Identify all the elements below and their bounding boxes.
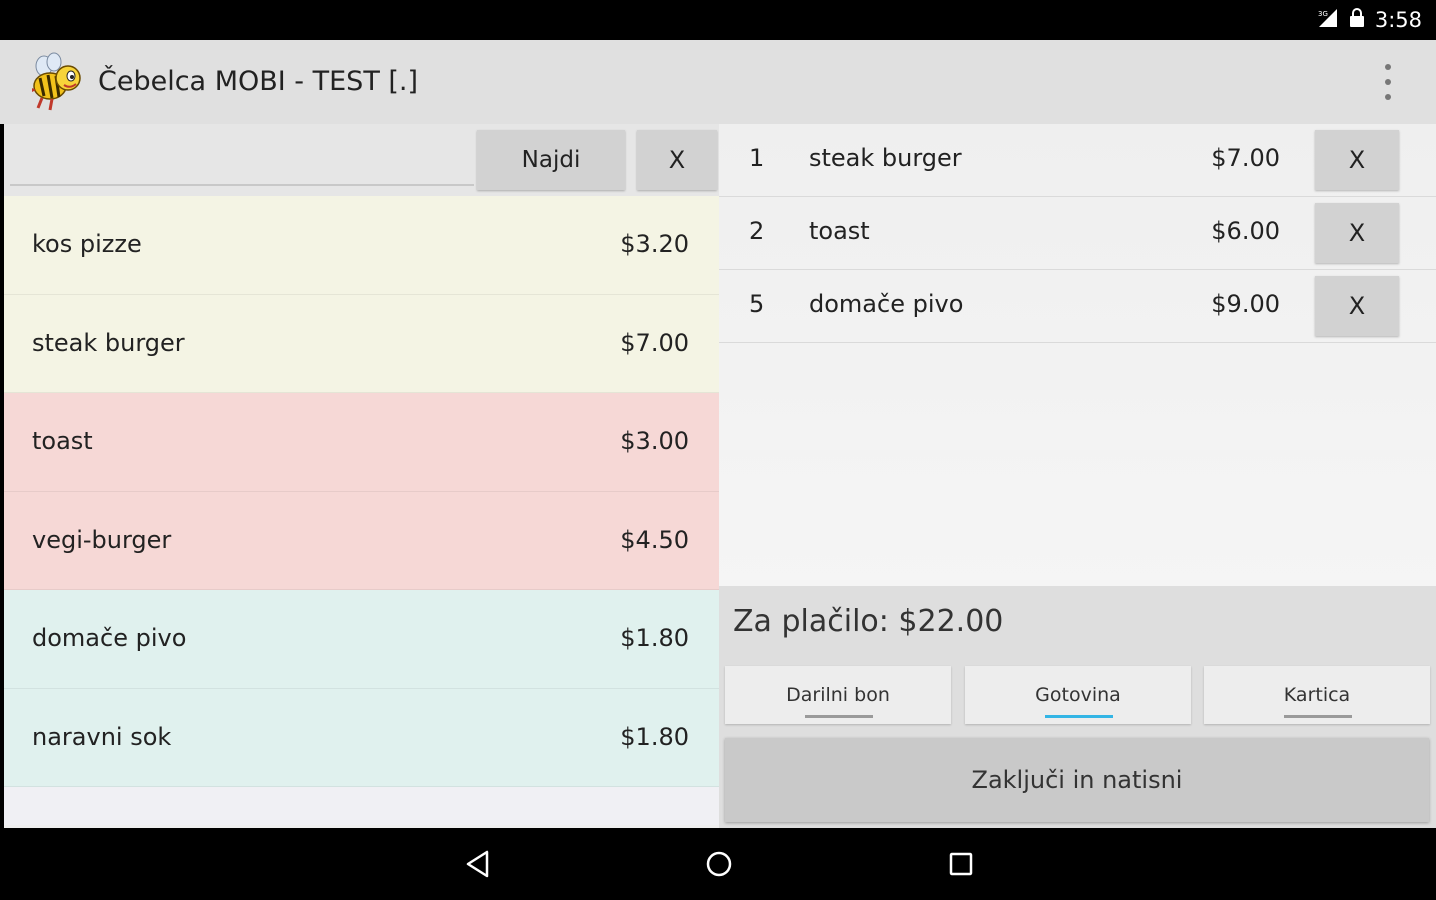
product-name: vegi-burger — [32, 525, 172, 554]
home-icon[interactable] — [699, 844, 739, 884]
product-item[interactable]: domače pivo $1.80 — [4, 590, 719, 689]
product-price: $1.80 — [620, 722, 689, 751]
order-item-name: toast — [809, 217, 870, 245]
finish-and-print-button[interactable]: Zaključi in natisni — [725, 738, 1429, 822]
payment-tab-gift-voucher[interactable]: Darilni bon — [725, 666, 951, 724]
search-bar: Najdi X — [4, 124, 719, 196]
search-input[interactable] — [10, 134, 474, 186]
tab-indicator — [1284, 715, 1352, 718]
payment-panel: Za plačilo: $22.00 Darilni bon Gotovina … — [719, 586, 1436, 828]
lock-icon — [1349, 7, 1365, 33]
product-price: $3.00 — [620, 427, 689, 455]
remove-item-button[interactable]: X — [1315, 130, 1399, 190]
navigation-bar — [0, 828, 1436, 900]
clear-search-button[interactable]: X — [637, 130, 717, 190]
order-item-price: $6.00 — [1211, 217, 1280, 245]
recents-icon[interactable] — [941, 844, 981, 884]
product-item[interactable]: toast $3.00 — [4, 393, 719, 492]
signal-icon: 3G — [1317, 8, 1339, 33]
product-list: kos pizze $3.20 steak burger $7.00 toast… — [4, 196, 719, 825]
remove-item-button[interactable]: X — [1315, 276, 1399, 336]
product-price: $1.80 — [620, 624, 689, 652]
product-item[interactable]: vegi-burger $4.50 — [4, 491, 719, 590]
bee-logo-icon — [28, 52, 86, 112]
product-item[interactable]: naravni sok $1.80 — [4, 688, 719, 787]
product-panel: Najdi X kos pizze $3.20 steak burger $7.… — [4, 124, 719, 828]
product-name: naravni sok — [32, 722, 172, 751]
product-price: $3.20 — [620, 230, 689, 258]
payment-tab-label: Gotovina — [1035, 684, 1121, 706]
status-icons: 3G 3:58 — [1317, 7, 1422, 33]
product-item[interactable]: kos pizze $3.20 — [4, 196, 719, 295]
tab-indicator — [1045, 715, 1113, 718]
order-panel: 1 steak burger $7.00 X 2 toast $6.00 X 5… — [719, 124, 1436, 828]
order-qty: 2 — [749, 217, 765, 245]
product-name: kos pizze — [32, 230, 142, 258]
app-bar: Čebelca MOBI - TEST [.] — [0, 40, 1436, 124]
total-amount: Za plačilo: $22.00 — [733, 604, 1004, 639]
status-bar: 3G 3:58 — [0, 0, 1436, 40]
svg-text:3G: 3G — [1318, 10, 1328, 18]
product-item[interactable]: steak burger $7.00 — [4, 294, 719, 393]
remove-item-button[interactable]: X — [1315, 203, 1399, 263]
product-price: $4.50 — [620, 525, 689, 554]
order-row[interactable]: 5 domače pivo $9.00 X — [719, 270, 1436, 343]
order-item-name: steak burger — [809, 144, 962, 172]
payment-tab-card[interactable]: Kartica — [1204, 666, 1430, 724]
product-item-partial[interactable] — [4, 787, 719, 825]
order-item-price: $7.00 — [1211, 144, 1280, 172]
clock: 3:58 — [1374, 8, 1422, 32]
product-name: domače pivo — [32, 624, 187, 652]
order-item-name: domače pivo — [809, 290, 964, 318]
back-icon[interactable] — [458, 844, 498, 884]
order-row[interactable]: 2 toast $6.00 X — [719, 197, 1436, 270]
find-button[interactable]: Najdi — [477, 130, 625, 190]
tab-indicator — [805, 715, 873, 718]
product-price: $7.00 — [620, 328, 689, 357]
order-qty: 5 — [749, 290, 765, 318]
product-name: toast — [32, 427, 93, 455]
payment-tab-label: Darilni bon — [786, 684, 890, 706]
app-title: Čebelca MOBI - TEST [.] — [98, 66, 419, 97]
order-item-price: $9.00 — [1211, 290, 1280, 318]
overflow-menu-icon[interactable] — [1378, 64, 1398, 100]
payment-tab-label: Kartica — [1283, 684, 1351, 706]
product-name: steak burger — [32, 328, 185, 357]
payment-tab-cash[interactable]: Gotovina — [965, 666, 1191, 724]
order-qty: 1 — [749, 144, 765, 172]
order-row[interactable]: 1 steak burger $7.00 X — [719, 124, 1436, 197]
